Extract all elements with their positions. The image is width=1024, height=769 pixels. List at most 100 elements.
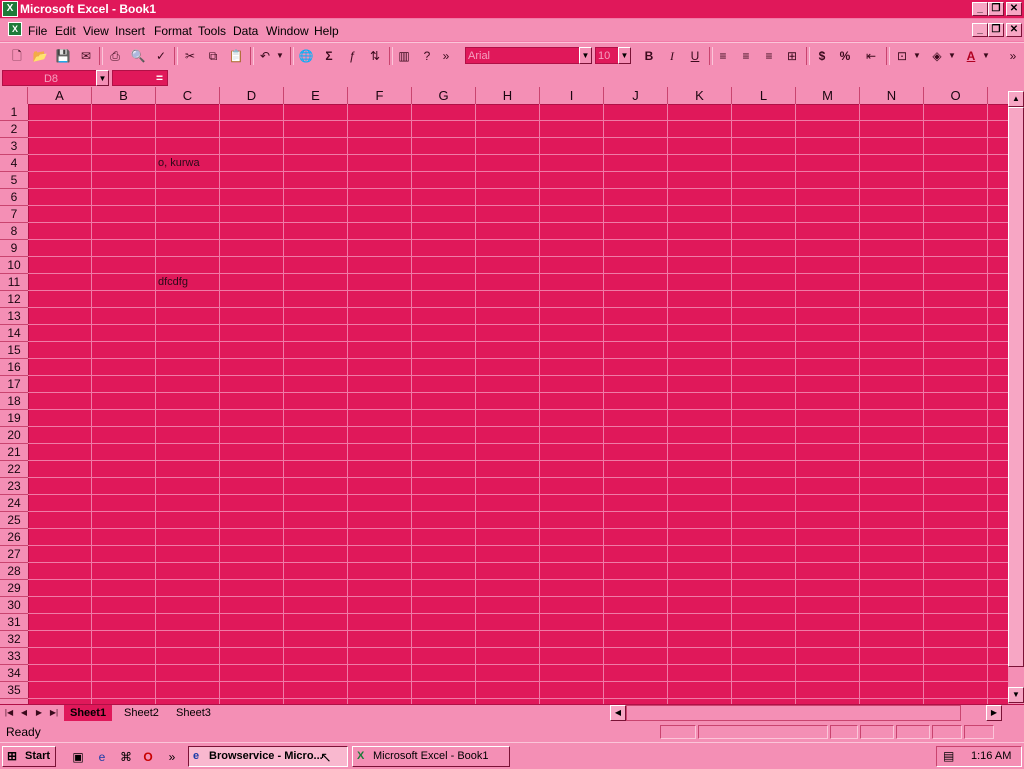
borders-dropdown-icon[interactable]: ▼: [912, 47, 922, 65]
sheet-tab-sheet2[interactable]: Sheet2: [118, 705, 165, 721]
select-all-corner[interactable]: [0, 87, 28, 104]
column-header[interactable]: K: [668, 87, 732, 104]
hyperlink-icon[interactable]: 🌐: [297, 47, 315, 65]
undo-dropdown-icon[interactable]: ▼: [275, 47, 285, 65]
column-header[interactable]: I: [540, 87, 604, 104]
row-header[interactable]: 21: [0, 444, 28, 461]
merge-center-icon[interactable]: ⊞: [783, 47, 801, 65]
column-header[interactable]: D: [220, 87, 284, 104]
cell-area[interactable]: o, kurwa dfcdfg: [28, 104, 1008, 704]
open-icon[interactable]: 📂: [31, 47, 49, 65]
italic-icon[interactable]: I: [663, 47, 681, 65]
row-header[interactable]: 27: [0, 546, 28, 563]
font-color-dropdown-icon[interactable]: ▼: [981, 47, 991, 65]
font-name-dropdown-icon[interactable]: ▼: [579, 47, 592, 64]
menu-data[interactable]: Data: [233, 24, 258, 38]
percent-icon[interactable]: %: [836, 47, 854, 65]
row-header[interactable]: 15: [0, 342, 28, 359]
row-header[interactable]: 32: [0, 631, 28, 648]
horizontal-scroll-thumb[interactable]: [626, 705, 961, 721]
restore-button[interactable]: ❐: [988, 2, 1004, 16]
minimize-button[interactable]: _: [972, 2, 988, 16]
font-color-icon[interactable]: A: [962, 47, 980, 65]
row-header[interactable]: 28: [0, 563, 28, 580]
name-box[interactable]: D8: [2, 70, 98, 86]
menu-tools[interactable]: Tools: [198, 24, 226, 38]
column-header[interactable]: B: [92, 87, 156, 104]
doc-restore-button[interactable]: ❐: [988, 23, 1004, 37]
menu-format[interactable]: Format: [154, 24, 192, 38]
fill-color-dropdown-icon[interactable]: ▼: [947, 47, 957, 65]
close-button[interactable]: ✕: [1006, 2, 1022, 16]
row-header[interactable]: 16: [0, 359, 28, 376]
align-left-icon[interactable]: ≡: [714, 47, 732, 65]
cell-c4[interactable]: o, kurwa: [158, 157, 200, 169]
column-header[interactable]: O: [924, 87, 988, 104]
column-header[interactable]: M: [796, 87, 860, 104]
row-header[interactable]: 17: [0, 376, 28, 393]
scroll-down-icon[interactable]: ▼: [1008, 687, 1024, 703]
paste-icon[interactable]: 📋: [227, 47, 245, 65]
workbook-icon[interactable]: X: [8, 22, 22, 36]
align-center-icon[interactable]: ≡: [737, 47, 755, 65]
email-icon[interactable]: ✉: [77, 47, 95, 65]
row-header[interactable]: 25: [0, 512, 28, 529]
sort-ascending-icon[interactable]: ⇅: [366, 47, 384, 65]
toolbar-more-icon-2[interactable]: »: [1008, 47, 1018, 65]
row-header[interactable]: 20: [0, 427, 28, 444]
new-icon[interactable]: 🗋: [8, 47, 26, 65]
row-header[interactable]: 3: [0, 138, 28, 155]
scroll-up-icon[interactable]: ▲: [1008, 91, 1024, 107]
column-header[interactable]: L: [732, 87, 796, 104]
row-header[interactable]: 24: [0, 495, 28, 512]
row-header[interactable]: 7: [0, 206, 28, 223]
spelling-icon[interactable]: ✓: [152, 47, 170, 65]
row-header[interactable]: 31: [0, 614, 28, 631]
currency-icon[interactable]: $: [813, 47, 831, 65]
doc-close-button[interactable]: ✕: [1006, 23, 1022, 37]
copy-icon[interactable]: ⧉: [204, 47, 222, 65]
menu-file[interactable]: File: [28, 24, 47, 38]
row-header[interactable]: 4: [0, 155, 28, 172]
menu-help[interactable]: Help: [314, 24, 339, 38]
undo-icon[interactable]: ↶: [256, 47, 274, 65]
sheet-tab-sheet3[interactable]: Sheet3: [170, 705, 217, 721]
last-sheet-icon[interactable]: ▶|: [47, 705, 61, 721]
print-preview-icon[interactable]: 🔍: [129, 47, 147, 65]
sheet-tab-sheet1[interactable]: Sheet1: [64, 705, 113, 721]
formula-input[interactable]: [170, 70, 1020, 86]
row-header[interactable]: 10: [0, 257, 28, 274]
row-header[interactable]: 5: [0, 172, 28, 189]
autosum-icon[interactable]: Σ: [320, 47, 338, 65]
column-header[interactable]: J: [604, 87, 668, 104]
print-icon[interactable]: ⎙: [106, 47, 124, 65]
row-header[interactable]: 29: [0, 580, 28, 597]
row-header[interactable]: 11: [0, 274, 28, 291]
name-box-dropdown-icon[interactable]: ▼: [96, 70, 109, 86]
row-header[interactable]: 2: [0, 121, 28, 138]
scroll-left-icon[interactable]: ◀: [610, 705, 626, 721]
doc-minimize-button[interactable]: _: [972, 23, 988, 37]
decrease-indent-icon[interactable]: ⇤: [862, 47, 880, 65]
column-header[interactable]: E: [284, 87, 348, 104]
row-header[interactable]: 23: [0, 478, 28, 495]
vertical-scrollbar[interactable]: ▲ ▼: [1008, 87, 1024, 704]
cut-icon[interactable]: ✂: [181, 47, 199, 65]
menu-insert[interactable]: Insert: [115, 24, 145, 38]
row-header[interactable]: 35: [0, 682, 28, 699]
menu-edit[interactable]: Edit: [55, 24, 76, 38]
row-header[interactable]: 13: [0, 308, 28, 325]
opera-icon[interactable]: O: [140, 749, 156, 765]
column-header[interactable]: G: [412, 87, 476, 104]
menu-window[interactable]: Window: [266, 24, 309, 38]
row-header[interactable]: 14: [0, 325, 28, 342]
cell-c11[interactable]: dfcdfg: [158, 276, 188, 288]
save-icon[interactable]: 💾: [54, 47, 72, 65]
bold-icon[interactable]: B: [640, 47, 658, 65]
menu-view[interactable]: View: [83, 24, 109, 38]
formula-equals-button[interactable]: =: [112, 70, 168, 86]
vertical-scroll-thumb[interactable]: [1008, 107, 1024, 667]
start-button[interactable]: ⊞ Start: [2, 746, 56, 767]
row-header[interactable]: 6: [0, 189, 28, 206]
toolbar-more-icon[interactable]: »: [441, 47, 451, 65]
